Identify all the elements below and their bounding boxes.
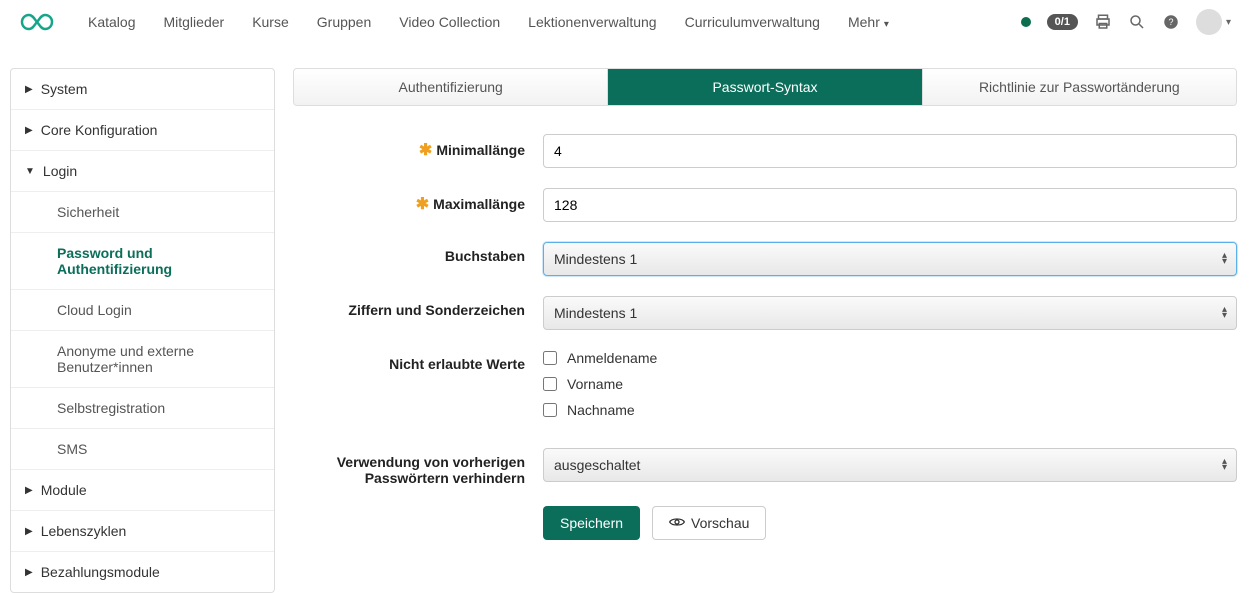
required-icon: ✱ xyxy=(419,142,432,159)
preview-button[interactable]: Vorschau xyxy=(652,506,766,540)
min-length-label: ✱Minimallänge xyxy=(293,134,543,160)
nav-more[interactable]: Mehr▾ xyxy=(834,2,903,42)
eye-icon xyxy=(669,515,685,531)
max-length-input[interactable] xyxy=(543,188,1237,222)
sidebar-item-label: Core Konfiguration xyxy=(41,122,158,138)
sidebar-item-core[interactable]: ▶ Core Konfiguration xyxy=(11,110,274,151)
letters-label: Buchstaben xyxy=(293,242,543,264)
nav-kurse[interactable]: Kurse xyxy=(238,2,303,42)
sidebar-item-password-auth[interactable]: Password und Authentifizierung xyxy=(11,233,274,290)
avatar-icon xyxy=(1196,9,1222,35)
sidebar-item-sms[interactable]: SMS xyxy=(11,429,274,470)
history-label: Verwendung von vorherigen Passwörtern ve… xyxy=(293,448,543,486)
sidebar-item-label: System xyxy=(41,81,88,97)
caret-right-icon: ▶ xyxy=(25,567,33,578)
logo-icon[interactable] xyxy=(20,13,54,31)
digits-select[interactable]: Mindestens 1 xyxy=(543,296,1237,330)
sidebar-item-module[interactable]: ▶ Module xyxy=(11,470,274,511)
min-length-input[interactable] xyxy=(543,134,1237,168)
nav-curriculum[interactable]: Curriculumverwaltung xyxy=(671,2,834,42)
search-icon[interactable] xyxy=(1128,13,1146,31)
forbidden-last-checkbox[interactable] xyxy=(543,403,557,417)
forbidden-login-label: Anmeldename xyxy=(567,350,657,366)
print-icon[interactable] xyxy=(1094,13,1112,31)
sidebar-item-label: Module xyxy=(41,482,87,498)
max-length-label: ✱Maximallänge xyxy=(293,188,543,214)
nav-items: Katalog Mitglieder Kurse Gruppen Video C… xyxy=(74,2,903,42)
help-icon[interactable]: ? xyxy=(1162,13,1180,31)
tab-policy[interactable]: Richtlinie zur Passwortänderung xyxy=(923,69,1236,105)
tabs: Authentifizierung Passwort-Syntax Richtl… xyxy=(293,68,1237,106)
counter-pill[interactable]: 0/1 xyxy=(1047,14,1078,30)
status-dot-icon[interactable] xyxy=(1021,17,1031,27)
forbidden-label: Nicht erlaubte Werte xyxy=(293,350,543,372)
nav-mitglieder[interactable]: Mitglieder xyxy=(149,2,238,42)
nav-katalog[interactable]: Katalog xyxy=(74,2,149,42)
svg-text:?: ? xyxy=(1168,17,1173,27)
sidebar-item-cloud[interactable]: Cloud Login xyxy=(11,290,274,331)
sidebar-item-bezahl[interactable]: ▶ Bezahlungsmodule xyxy=(11,552,274,592)
sidebar-item-login[interactable]: ▼ Login xyxy=(11,151,274,192)
tab-syntax[interactable]: Passwort-Syntax xyxy=(608,69,922,105)
sidebar-item-anon[interactable]: Anonyme und externe Benutzer*innen xyxy=(11,331,274,388)
save-button[interactable]: Speichern xyxy=(543,506,640,540)
sidebar-item-system[interactable]: ▶ System xyxy=(11,69,274,110)
sidebar-item-label: Login xyxy=(43,163,77,179)
caret-down-icon: ▾ xyxy=(1226,17,1231,28)
forbidden-first-label: Vorname xyxy=(567,376,623,392)
nav-gruppen[interactable]: Gruppen xyxy=(303,2,385,42)
forbidden-login-checkbox[interactable] xyxy=(543,351,557,365)
nav-lektion[interactable]: Lektionenverwaltung xyxy=(514,2,670,42)
digits-label: Ziffern und Sonderzeichen xyxy=(293,296,543,318)
letters-select[interactable]: Mindestens 1 xyxy=(543,242,1237,276)
caret-right-icon: ▶ xyxy=(25,526,33,537)
sidebar-item-label: Lebenszyklen xyxy=(41,523,127,539)
sidebar: ▶ System ▶ Core Konfiguration ▼ Login Siche… xyxy=(10,68,275,593)
top-nav: Katalog Mitglieder Kurse Gruppen Video C… xyxy=(0,0,1251,44)
nav-video[interactable]: Video Collection xyxy=(385,2,514,42)
caret-down-icon: ▾ xyxy=(884,19,889,30)
caret-down-icon: ▼ xyxy=(25,166,35,177)
forbidden-first-checkbox[interactable] xyxy=(543,377,557,391)
required-icon: ✱ xyxy=(416,196,429,213)
history-select[interactable]: ausgeschaltet xyxy=(543,448,1237,482)
sidebar-item-sicherheit[interactable]: Sicherheit xyxy=(11,192,274,233)
sidebar-item-lebenszyklen[interactable]: ▶ Lebenszyklen xyxy=(11,511,274,552)
main-content: Authentifizierung Passwort-Syntax Richtl… xyxy=(293,68,1241,540)
caret-right-icon: ▶ xyxy=(25,125,33,136)
caret-right-icon: ▶ xyxy=(25,485,33,496)
caret-right-icon: ▶ xyxy=(25,84,33,95)
tab-auth[interactable]: Authentifizierung xyxy=(294,69,608,105)
preview-button-label: Vorschau xyxy=(691,515,749,531)
sidebar-item-label: Bezahlungsmodule xyxy=(41,564,160,580)
user-menu[interactable]: ▾ xyxy=(1196,9,1231,35)
topnav-right: 0/1 ? ▾ xyxy=(1021,9,1231,35)
forbidden-last-label: Nachname xyxy=(567,402,635,418)
sidebar-item-selbst[interactable]: Selbstregistration xyxy=(11,388,274,429)
